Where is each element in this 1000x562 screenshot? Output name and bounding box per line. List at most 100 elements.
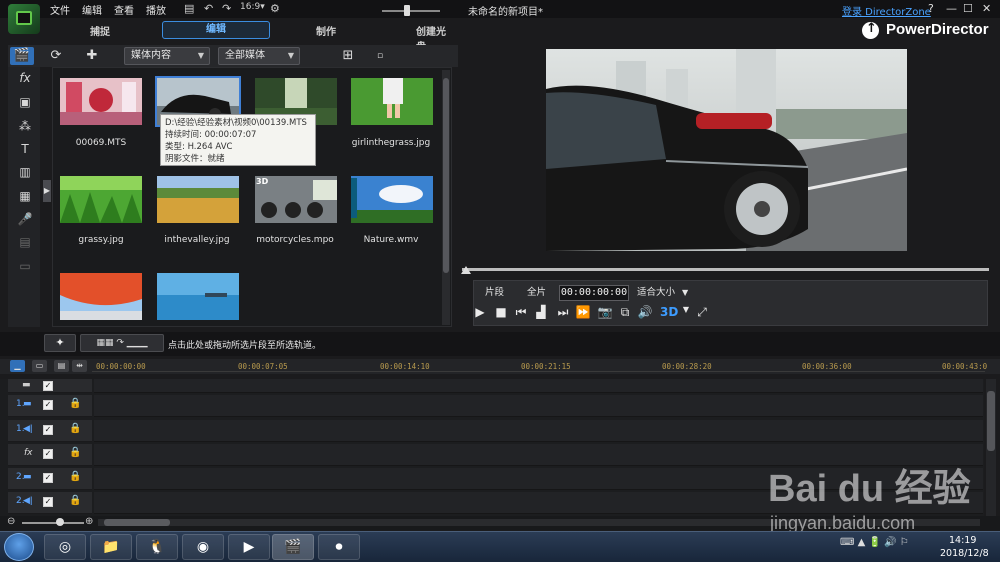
media-room-icon[interactable]: 🎬 (10, 47, 34, 65)
timeline-zoom-thumb[interactable] (56, 518, 64, 526)
login-directorzone-link[interactable]: 登录 DirectorZone (842, 3, 931, 18)
dual-monitor-icon[interactable]: ⧉ (617, 305, 633, 320)
media-content-dropdown[interactable]: 媒体内容 ▼ (124, 47, 210, 65)
subtitle-room-icon[interactable]: ▭ (14, 257, 36, 275)
thumb-00069[interactable] (60, 78, 142, 125)
undock-preview-icon[interactable]: ⤢ (694, 305, 710, 320)
undo-icon[interactable]: ↶ (204, 2, 213, 15)
audio-mixing-icon[interactable]: ▦ (14, 187, 36, 205)
plugin-puzzle-icon[interactable]: ✚ (80, 47, 104, 65)
thumbnail-size-slider[interactable] (382, 10, 440, 12)
pip-room-icon[interactable]: ▣ (14, 93, 36, 111)
media-type-dropdown[interactable]: 全部媒体 ▼ (218, 47, 300, 65)
track-lane-video-1[interactable] (94, 395, 983, 417)
snapshot-camera-icon[interactable]: 📷 (597, 305, 613, 319)
thumb-nature[interactable] (351, 176, 433, 223)
particle-room-icon[interactable]: ⁂ (14, 117, 36, 135)
3d-mode-button[interactable]: 3D (660, 305, 678, 319)
zoom-out-icon[interactable]: ⊖ (7, 516, 15, 527)
fx-room-icon[interactable]: fx (14, 69, 36, 87)
minimize-button[interactable]: — (946, 2, 957, 15)
play-icon[interactable]: ▶ (472, 305, 488, 319)
maximize-button[interactable]: ☐ (963, 2, 973, 15)
chapter-room-icon[interactable]: ▤ (14, 233, 36, 251)
firefox-icon[interactable]: ◉ (182, 534, 224, 560)
help-button[interactable]: ? (928, 2, 934, 15)
tab-edit[interactable]: 编辑 (162, 21, 270, 39)
zoom-in-icon[interactable]: ⊕ (85, 516, 93, 527)
system-tray-icons[interactable]: ⌨ ▲ 🔋 🔊 ⚐ (840, 537, 909, 548)
track-lane-audio-1[interactable] (94, 420, 983, 442)
screen-recorder-icon[interactable]: ⏺ (318, 534, 360, 560)
track-enable-checkbox[interactable]: ✓ (43, 473, 53, 483)
start-button-icon[interactable] (4, 533, 34, 561)
volume-icon[interactable]: 🔊 (637, 305, 653, 319)
storyboard-switch-button[interactable]: ▦▦ ↷ ▁▁▁ (80, 334, 164, 352)
lock-icon[interactable]: 🔒 (69, 447, 81, 458)
tab-produce[interactable]: 制作 (316, 23, 336, 38)
save-icon[interactable]: ▤ (184, 2, 194, 15)
collapse-panel-handle[interactable]: ▶ (43, 180, 51, 202)
track-enable-checkbox[interactable]: ✓ (43, 449, 53, 459)
magic-tools-button[interactable]: ✦ (44, 334, 76, 352)
master-track-checkbox[interactable]: ✓ (43, 381, 53, 391)
preview-seek-bar[interactable] (462, 268, 989, 271)
split-icon[interactable]: ▟ (533, 305, 549, 319)
lock-icon[interactable]: 🔒 (69, 398, 81, 409)
fit-timeline-icon[interactable]: ⇹ (72, 360, 87, 372)
storyboard-view-icon[interactable]: ▭ (32, 360, 47, 372)
media-player-icon[interactable]: ▶ (228, 534, 270, 560)
grid-view-icon[interactable]: ⊞ (336, 47, 360, 65)
thumbnail-size-slider-thumb[interactable] (404, 5, 410, 16)
menu-edit[interactable]: 编辑 (82, 2, 102, 17)
clock-date[interactable]: 2018/12/8 (940, 548, 989, 559)
redo-icon[interactable]: ↷ (222, 2, 231, 15)
menu-file[interactable]: 文件 (50, 2, 70, 17)
small-thumb-icon[interactable]: ▫ (368, 47, 392, 65)
thumb-sea[interactable] (157, 273, 239, 320)
upgrade-arrow-icon[interactable] (862, 21, 879, 39)
powerdirector-task-icon[interactable]: 🎬 (272, 534, 314, 560)
lock-icon[interactable]: 🔒 (69, 471, 81, 482)
thumb-umbrella[interactable] (60, 273, 142, 320)
chevron-down-icon[interactable]: ▼ (678, 305, 694, 314)
voice-record-mic-icon[interactable]: 🎤 (14, 210, 36, 228)
lock-icon[interactable]: 🔒 (69, 423, 81, 434)
library-scrollbar-thumb[interactable] (443, 78, 449, 273)
menu-play[interactable]: 播放 (146, 2, 166, 17)
timeline-horizontal-scrollbar-thumb[interactable] (104, 519, 170, 526)
next-frame-icon[interactable]: ⏭ (555, 305, 571, 320)
track-enable-checkbox[interactable]: ✓ (43, 497, 53, 507)
settings-gear-icon[interactable]: ⚙ (270, 2, 280, 15)
timecode-display[interactable]: 00:00:00:00 (559, 285, 629, 301)
track-enable-checkbox[interactable]: ✓ (43, 400, 53, 410)
timeline-view-icon[interactable]: ▁ (10, 360, 25, 372)
browser-360-icon[interactable]: ◎ (44, 534, 86, 560)
fit-size-dropdown[interactable]: 适合大小 ▼ (633, 285, 691, 301)
timeline-ruler[interactable] (92, 371, 985, 379)
fast-forward-icon[interactable]: ⏩ (575, 305, 591, 319)
timeline-zoom-slider[interactable] (22, 522, 84, 524)
timeline-vertical-scrollbar-thumb[interactable] (987, 391, 995, 451)
stop-icon[interactable]: ■ (493, 305, 509, 319)
master-track-lane[interactable] (94, 379, 983, 393)
track-enable-checkbox[interactable]: ✓ (43, 425, 53, 435)
thumb-grassy[interactable] (60, 176, 142, 223)
menu-view[interactable]: 查看 (114, 2, 134, 17)
import-media-icon[interactable]: ⟳ (44, 47, 68, 65)
lock-icon[interactable]: 🔒 (69, 495, 81, 506)
close-button[interactable]: ✕ (982, 2, 991, 15)
qq-icon[interactable]: 🐧 (136, 534, 178, 560)
preview-seek-handle[interactable] (461, 266, 471, 274)
title-room-icon[interactable]: T (14, 140, 36, 158)
track-manager-icon[interactable]: ▤ (54, 360, 69, 372)
clock-time[interactable]: 14:19 (949, 535, 976, 546)
file-explorer-icon[interactable]: 📁 (90, 534, 132, 560)
tab-capture[interactable]: 捕捉 (90, 23, 110, 38)
transition-room-icon[interactable]: ▥ (14, 163, 36, 181)
thumb-girlinthegrass[interactable] (351, 78, 433, 125)
previous-frame-icon[interactable]: ⏮ (513, 305, 529, 320)
clip-mode-button[interactable]: 片段 (485, 285, 504, 301)
movie-mode-button[interactable]: 全片 (527, 285, 546, 301)
aspect-ratio-icon[interactable]: 16:9▾ (240, 2, 265, 12)
